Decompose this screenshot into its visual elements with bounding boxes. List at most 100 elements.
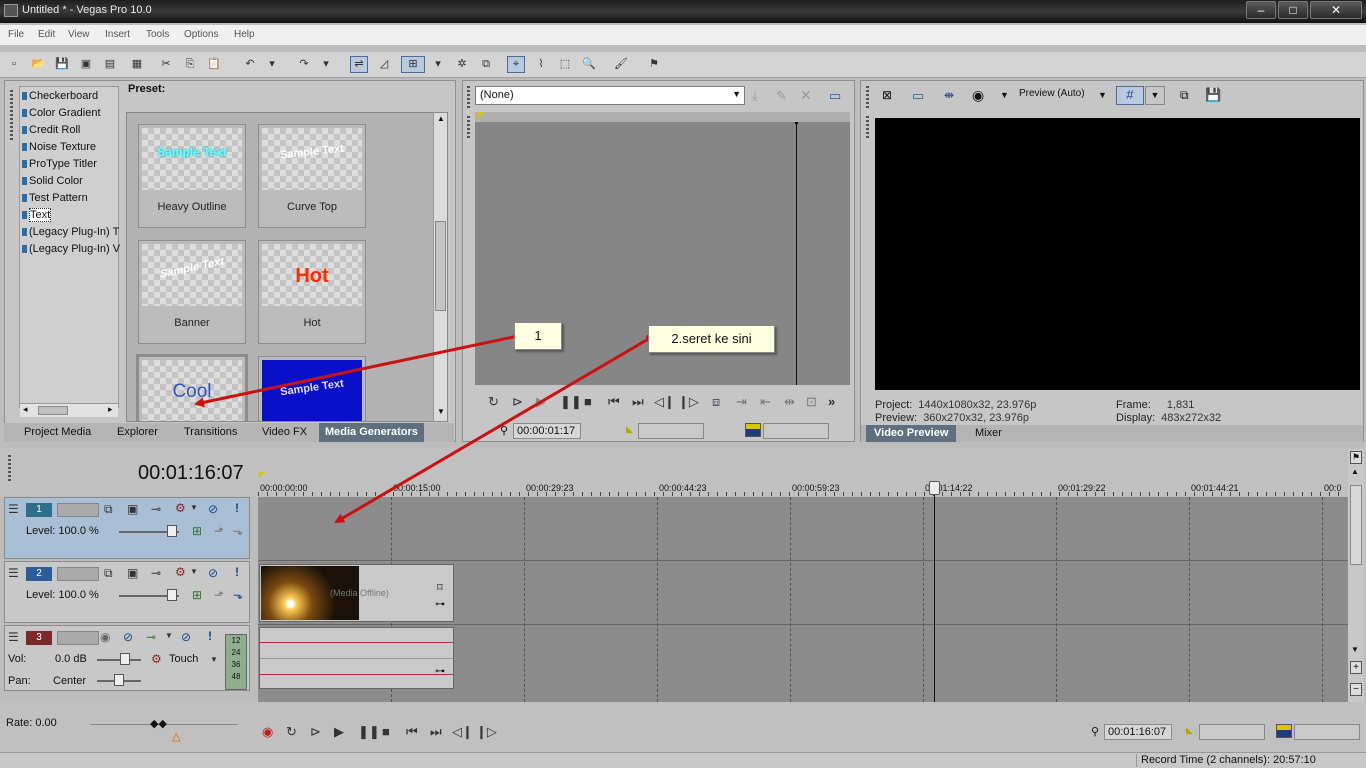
compositor-icon[interactable]: ⊞ (192, 524, 202, 538)
trimmer-in-field[interactable] (638, 423, 704, 439)
dock-grip[interactable] (8, 455, 11, 483)
preset-cool[interactable]: Cool (136, 354, 248, 421)
loop-icon[interactable]: ↻ (286, 724, 297, 740)
dock-grip[interactable] (866, 86, 869, 108)
play-icon[interactable]: ▶ (334, 724, 344, 740)
track-name-field[interactable] (57, 567, 99, 581)
auto-ripple-icon[interactable]: ⇌ (350, 56, 368, 73)
track-name-field[interactable] (57, 631, 99, 645)
child-icon[interactable]: ⬎ (233, 524, 243, 538)
track-minimize-icon[interactable]: ☰ (8, 630, 19, 644)
solo-icon[interactable]: ! (208, 629, 212, 643)
level-slider-handle[interactable] (167, 589, 177, 601)
scroll-right-icon[interactable]: ▸ (108, 404, 113, 415)
paste-icon[interactable]: 📋 (205, 56, 223, 73)
trimmer-timecode[interactable]: 00:00:01:17 (513, 423, 581, 439)
solo-icon[interactable]: ! (235, 565, 239, 579)
tab-video-fx[interactable]: Video FX (262, 426, 307, 438)
maximize-button[interactable]: □ (1278, 1, 1308, 19)
whats-this-icon[interactable]: ⚑ (645, 56, 663, 73)
composite-mode-icon[interactable]: ⧉ (104, 566, 113, 581)
pin-icon[interactable]: ✎ (776, 88, 787, 104)
tab-mixer[interactable]: Mixer (975, 427, 1002, 439)
snapping-dropdown-icon[interactable]: ▾ (428, 56, 448, 73)
select-icon[interactable]: ⊡ (806, 394, 817, 410)
normal-edit-tool-icon[interactable]: ⌖ (507, 56, 525, 73)
generator-item[interactable]: Solid Color (22, 175, 83, 187)
volume-slider-handle[interactable] (120, 653, 130, 665)
scroll-thumb[interactable] (38, 406, 68, 415)
generator-item[interactable]: ProType Titler (22, 158, 97, 170)
automation-mode[interactable]: Touch (169, 653, 198, 665)
minimize-button[interactable]: – (1246, 1, 1276, 19)
bottom-timecode[interactable]: 00:01:16:07 (1104, 724, 1172, 740)
video-event-clip[interactable]: (Media Offline) ⌑ ⊶ (259, 564, 454, 622)
menu-help[interactable]: Help (234, 29, 255, 40)
preset-vscrollbar[interactable]: ▲ ▼ (433, 113, 447, 421)
redo-dropdown-icon[interactable]: ▾ (320, 56, 332, 73)
generator-item-selected[interactable]: Text (22, 208, 52, 222)
menu-tools[interactable]: Tools (146, 29, 169, 40)
video-track-2-header[interactable]: ☰ 2 ⧉ ▣ ⊸ ⚙ ▼ ⊘ ! Level: 100.0 % ⊞ ⬏ ⬎ (4, 561, 250, 623)
preview-quality-select[interactable]: Preview (Auto) (1019, 88, 1085, 99)
track-fx-icon[interactable]: ⚙ (175, 565, 186, 579)
split-screen-icon[interactable]: ⇼ (944, 88, 954, 102)
zoom-out-icon[interactable]: − (1350, 683, 1362, 696)
vegas-app-icon[interactable] (4, 4, 18, 17)
lock-envelopes-icon[interactable]: ◿ (375, 56, 393, 73)
scroll-up-icon[interactable]: ▲ (1351, 467, 1359, 476)
arm-record-icon[interactable]: ◉ (100, 630, 110, 644)
track-motion-icon[interactable]: ▣ (127, 502, 138, 516)
generator-item[interactable]: Credit Roll (22, 124, 80, 136)
video-track-1-header[interactable]: ☰ 1 ⧉ ▣ ⊸ ⚙ ▼ ⊘ ! Level: 100.0 % ⊞ ⬏ ⬎ (4, 497, 250, 559)
new-icon[interactable]: ▫ (5, 56, 23, 73)
preview-properties-icon[interactable]: ⊠ (882, 88, 892, 102)
redo-icon[interactable]: ↷ (295, 56, 313, 73)
level-slider-handle[interactable] (167, 525, 177, 537)
generator-item[interactable]: Checkerboard (22, 90, 98, 102)
menu-view[interactable]: View (68, 29, 90, 40)
dock-grip[interactable] (10, 90, 13, 140)
rate-slider-handle[interactable]: ◆◆ (150, 717, 167, 730)
go-to-start-icon[interactable]: ⏮ (608, 394, 620, 410)
chevron-down-icon[interactable]: ▼ (210, 655, 218, 664)
cut-icon[interactable]: ✂ (157, 56, 175, 73)
close-button[interactable]: ✕ (1310, 1, 1362, 19)
mute-icon[interactable]: ⊘ (181, 630, 191, 644)
more-icon[interactable]: » (828, 394, 835, 409)
chevron-down-icon[interactable]: ▼ (165, 631, 173, 640)
envelope-tool-icon[interactable]: ⌇ (532, 56, 550, 73)
track-fx-icon[interactable]: ⚙ (175, 501, 186, 515)
properties-icon[interactable]: ▦ (128, 56, 146, 73)
track-minimize-icon[interactable]: ☰ (8, 502, 19, 516)
undo-icon[interactable]: ↶ (241, 56, 259, 73)
track-motion-icon[interactable]: ▣ (127, 566, 138, 580)
fit-icon[interactable]: ⇹ (784, 394, 795, 410)
dock-grip[interactable] (866, 116, 869, 138)
go-to-start-icon[interactable]: ⏮ (406, 724, 418, 740)
zoom-tool-icon[interactable]: 🔍 (580, 56, 598, 73)
snapping-icon[interactable]: ⊞ (401, 56, 425, 73)
insert-icon[interactable]: ⇥ (736, 394, 747, 410)
preset-curve-top[interactable]: Sample Text Curve Top (258, 124, 366, 228)
play-from-start-icon[interactable]: ⊳ (310, 724, 321, 740)
audio-track-3-header[interactable]: ☰ 3 ◉ ⊘ ⊸ ▼ ⊘ ! Vol: 0.0 dB ⚙ Touch ▼ Pa… (4, 625, 250, 691)
tab-transitions[interactable]: Transitions (184, 426, 237, 438)
timeline-ruler[interactable]: 00:00:00:00 00:00:15:00 00:00:29:23 00:0… (258, 478, 1346, 498)
child-icon[interactable]: ⬎ (233, 588, 243, 602)
prev-frame-icon[interactable]: ◁❙ (654, 394, 675, 410)
dock-grip[interactable] (467, 116, 470, 138)
tab-project-media[interactable]: Project Media (24, 426, 91, 438)
preset-hot[interactable]: Hot Hot (258, 240, 366, 344)
event-fx-icon[interactable]: ⊶ (435, 666, 445, 677)
marker-flag-icon[interactable]: ⚑ (1350, 451, 1362, 464)
event-pan-crop-icon[interactable]: ⌑ (437, 581, 443, 594)
scroll-left-icon[interactable]: ◂ (23, 404, 28, 415)
stop-icon[interactable]: ■ (584, 394, 592, 409)
clear-icon[interactable]: ✕ (800, 87, 812, 104)
compositing-child-icon[interactable]: ⊸ (151, 566, 161, 580)
generator-item[interactable]: Test Pattern (22, 192, 88, 204)
copy-icon[interactable]: ⎘ (181, 56, 199, 73)
preview-screen[interactable] (875, 118, 1360, 390)
add-to-timeline-icon[interactable]: ⧈ (712, 394, 720, 410)
